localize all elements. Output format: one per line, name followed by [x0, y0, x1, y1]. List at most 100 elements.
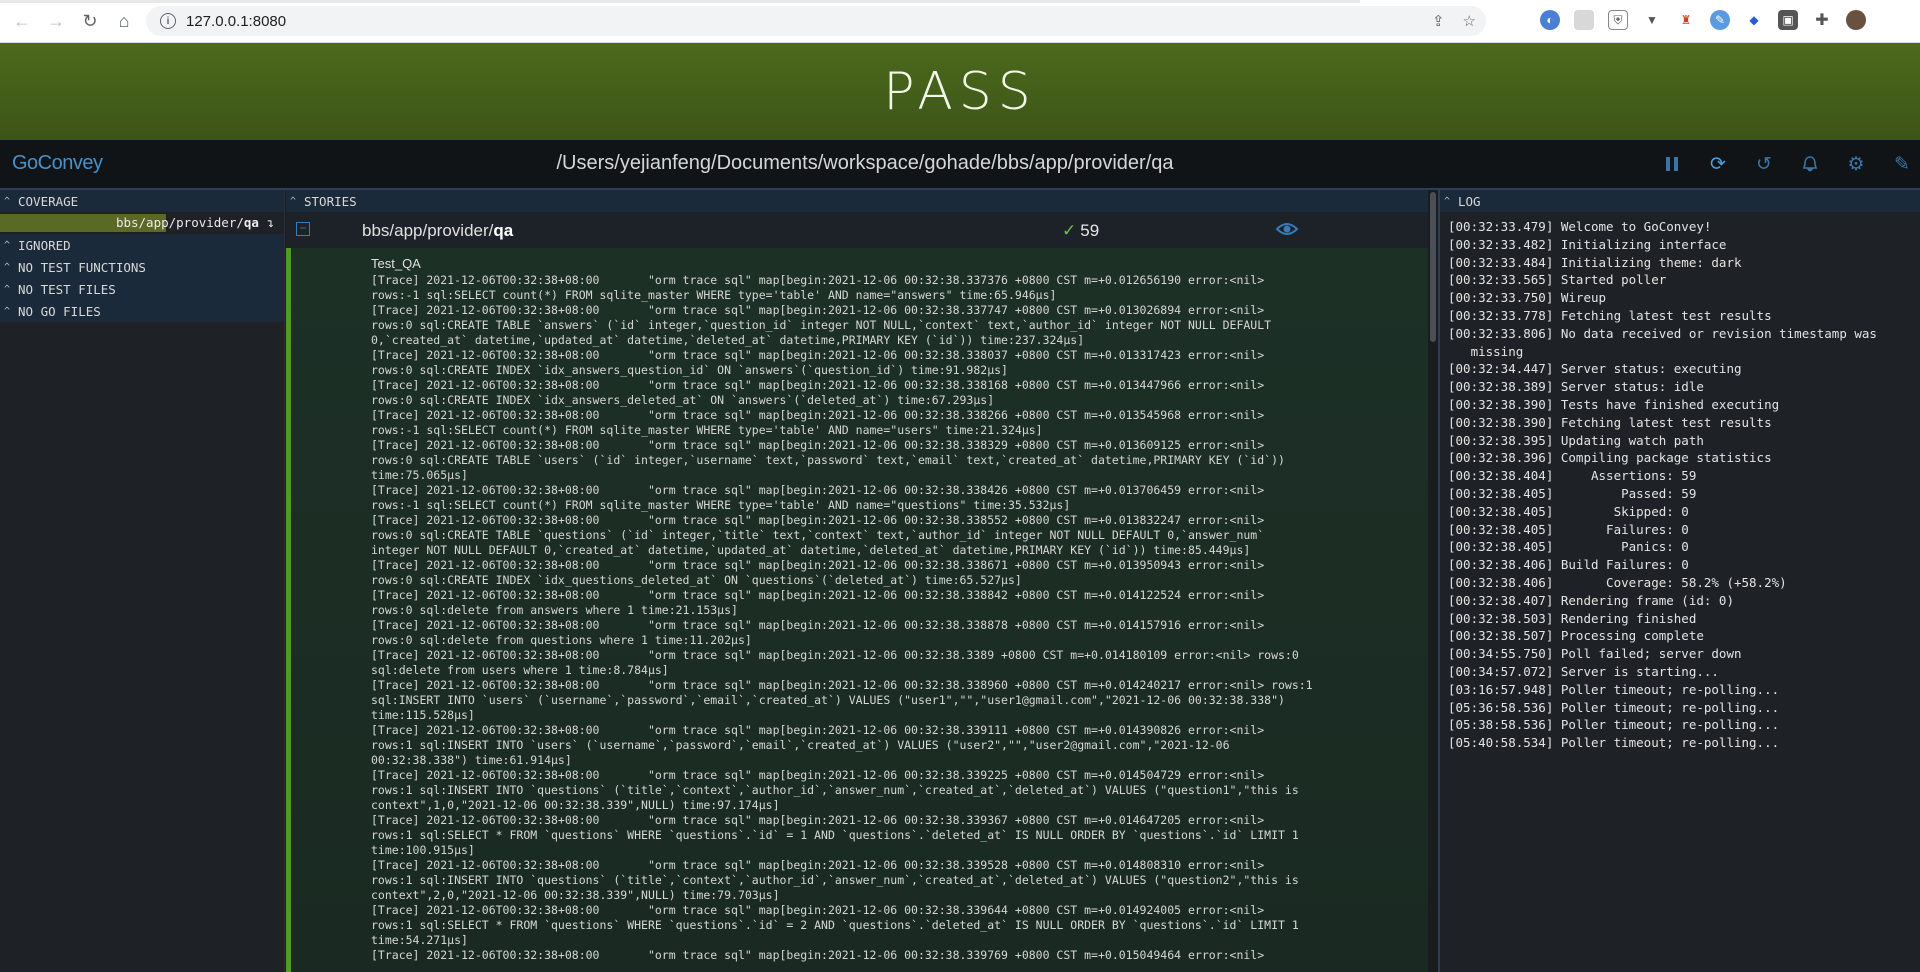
log-line: [00:32:38.389] Server status: idle — [1448, 379, 1704, 395]
ignored-title: IGNORED — [18, 237, 71, 253]
log-line: [00:32:38.396] Compiling package statist… — [1448, 450, 1772, 466]
home-icon[interactable]: ⌂ — [112, 9, 136, 33]
log-line: [00:32:38.405] Skipped: 0 — [1448, 503, 1689, 519]
shield-icon[interactable]: ⛨ — [1608, 10, 1628, 30]
notification-bell-icon[interactable] — [1798, 152, 1822, 176]
log-line: [00:34:57.072] Server is starting... — [1448, 663, 1719, 679]
package-prefix: bbs/app/provider/ — [362, 221, 494, 240]
extension-icon[interactable] — [1574, 10, 1594, 30]
test-output: Test_QA [Trace] 2021-12-06T00:32:38+08:0… — [286, 248, 1428, 972]
collapse-icon[interactable]: − — [296, 222, 310, 236]
log-title: LOG — [1458, 193, 1481, 209]
coverage-row[interactable]: bbs/app/provider/qa ↴ — [0, 212, 284, 234]
log-line: [00:32:33.482] Initializing interface — [1448, 236, 1727, 252]
stories-scrollbar[interactable] — [1428, 190, 1438, 972]
log-lines: [00:32:33.479] Welcome to GoConvey! [00:3… — [1448, 218, 1918, 752]
extension-icon[interactable]: ▼ — [1642, 10, 1662, 30]
extension-icon[interactable]: ✎ — [1710, 10, 1730, 30]
coverage-title: COVERAGE — [18, 193, 79, 209]
extension-icon[interactable]: ◆ — [1744, 10, 1764, 30]
log-line: [00:34:55.750] Poll failed; server down — [1448, 646, 1742, 662]
log-panel: ^ LOG [00:32:33.479] Welcome to GoConvey… — [1438, 190, 1920, 972]
log-line: [00:32:38.503] Rendering finished — [1448, 610, 1697, 626]
log-line: [05:36:58.536] Poller timeout; re-pollin… — [1448, 699, 1780, 715]
no-go-files-title: NO GO FILES — [18, 303, 101, 319]
address-bar[interactable]: i 127.0.0.1:8080 ⇪ ☆ — [146, 6, 1486, 36]
chevron-up-icon: ^ — [4, 239, 11, 251]
watch-path[interactable]: /Users/yejianfeng/Documents/workspace/go… — [0, 152, 1730, 175]
refresh-icon[interactable]: ⟳ — [1706, 152, 1730, 176]
no-test-functions-title: NO TEST FUNCTIONS — [18, 259, 146, 275]
log-line: [05:38:58.536] Poller timeout; re-pollin… — [1448, 717, 1780, 733]
left-sidebar: ^ COVERAGE bbs/app/provider/qa ↴ ^ IGNOR… — [0, 190, 285, 972]
log-line: [00:32:34.447] Server status: executing — [1448, 361, 1742, 377]
log-line: [00:32:38.507] Processing complete — [1448, 628, 1704, 644]
extension-icon[interactable]: ▣ — [1778, 10, 1798, 30]
puzzle-icon[interactable]: ✚ — [1812, 10, 1832, 30]
chevron-up-icon: ^ — [4, 195, 11, 207]
ignored-section-header[interactable]: ^ IGNORED — [0, 234, 284, 256]
log-line: [00:32:33.806] No data received or revis… — [1448, 325, 1877, 359]
stories-panel: ^ STORIES − bbs/app/provider/qa ✓ 59 Test… — [286, 190, 1438, 972]
log-line: [00:32:38.404] Assertions: 59 — [1448, 468, 1697, 484]
chevron-up-icon: ^ — [4, 283, 11, 295]
status-text: PASS — [883, 61, 1037, 122]
share-icon[interactable]: ⇪ — [1432, 12, 1445, 30]
chevron-up-icon: ^ — [1444, 195, 1451, 207]
history-icon[interactable]: ↺ — [1752, 152, 1776, 176]
log-line: [00:32:33.484] Initializing theme: dark — [1448, 254, 1742, 270]
log-line: [00:32:38.405] Failures: 0 — [1448, 521, 1689, 537]
edit-icon[interactable]: ✎ — [1890, 152, 1914, 176]
log-line: [00:32:38.390] Tests have finished execu… — [1448, 396, 1780, 412]
coverage-package-prefix: bbs/app/provider/ — [115, 215, 244, 230]
log-line: [00:32:33.565] Started poller — [1448, 272, 1667, 288]
package-leaf: qa — [493, 221, 514, 240]
status-banner: PASS — [0, 43, 1920, 140]
log-line: [00:32:38.405] Passed: 59 — [1448, 485, 1697, 501]
back-icon[interactable]: ← — [10, 9, 34, 33]
log-line: [00:32:33.750] Wireup — [1448, 290, 1607, 306]
settings-gear-icon[interactable]: ⚙ — [1844, 152, 1868, 176]
no-test-files-title: NO TEST FILES — [18, 281, 116, 297]
log-line: [00:32:33.778] Fetching latest test resu… — [1448, 307, 1772, 323]
reload-icon[interactable]: ↻ — [78, 9, 102, 33]
log-line: [00:32:33.479] Welcome to GoConvey! — [1448, 219, 1712, 234]
no-test-functions-section-header[interactable]: ^ NO TEST FUNCTIONS — [0, 256, 284, 278]
package-name[interactable]: bbs/app/provider/qa — [362, 221, 513, 241]
eye-icon[interactable] — [1276, 221, 1298, 237]
coverage-package-name: qa — [243, 215, 259, 230]
avatar[interactable] — [1846, 10, 1866, 30]
log-section-header[interactable]: ^ LOG — [1440, 190, 1920, 212]
forward-icon[interactable]: → — [44, 9, 68, 33]
pause-icon[interactable] — [1660, 152, 1684, 176]
passed-count-value: 59 — [1080, 221, 1100, 240]
log-line: [00:32:38.390] Fetching latest test resu… — [1448, 414, 1772, 430]
log-line: [00:32:38.395] Updating watch path — [1448, 432, 1704, 448]
log-line: [05:40:58.534] Poller timeout; re-pollin… — [1448, 735, 1780, 751]
coverage-section-header[interactable]: ^ COVERAGE — [0, 190, 284, 212]
coverage-package-label[interactable]: bbs/app/provider/qa ↴ — [116, 215, 274, 230]
extensions-bar: ◐ ⛨ ▼ ♜ ✎ ◆ ▣ ✚ — [1540, 10, 1866, 30]
chevron-up-icon: ^ — [4, 261, 11, 273]
package-row[interactable]: − bbs/app/provider/qa ✓ 59 — [286, 212, 1428, 248]
extension-icon[interactable]: ♜ — [1676, 10, 1696, 30]
stories-section-header[interactable]: ^ STORIES — [286, 190, 1438, 212]
log-line: [00:32:38.405] Panics: 0 — [1448, 539, 1689, 555]
log-line: [03:16:57.948] Poller timeout; re-pollin… — [1448, 681, 1780, 697]
control-toolbar: ⟳ ↺ ⚙ ✎ — [1660, 152, 1914, 176]
scrollbar-thumb[interactable] — [1430, 192, 1436, 342]
stories-title: STORIES — [304, 193, 357, 209]
bookmark-star-icon[interactable]: ☆ — [1463, 12, 1476, 30]
site-info-icon[interactable]: i — [160, 13, 176, 29]
jump-icon[interactable]: ↴ — [266, 215, 274, 230]
url-text[interactable]: 127.0.0.1:8080 — [186, 13, 286, 30]
no-go-files-section-header[interactable]: ^ NO GO FILES — [0, 300, 284, 322]
no-test-files-section-header[interactable]: ^ NO TEST FILES — [0, 278, 284, 300]
extension-icon[interactable]: ◐ — [1540, 10, 1560, 30]
chevron-up-icon: ^ — [290, 195, 297, 207]
log-line: [00:32:38.407] Rendering frame (id: 0) — [1448, 592, 1734, 608]
passed-count: ✓ 59 — [1062, 221, 1099, 241]
app-header: GoConvey /Users/yejianfeng/Documents/wor… — [0, 140, 1920, 190]
log-line: [00:32:38.406] Coverage: 58.2% (+58.2%) — [1448, 574, 1787, 590]
browser-toolbar: ← → ↻ ⌂ i 127.0.0.1:8080 ⇪ ☆ ◐ ⛨ ▼ ♜ ✎ ◆… — [0, 0, 1920, 43]
